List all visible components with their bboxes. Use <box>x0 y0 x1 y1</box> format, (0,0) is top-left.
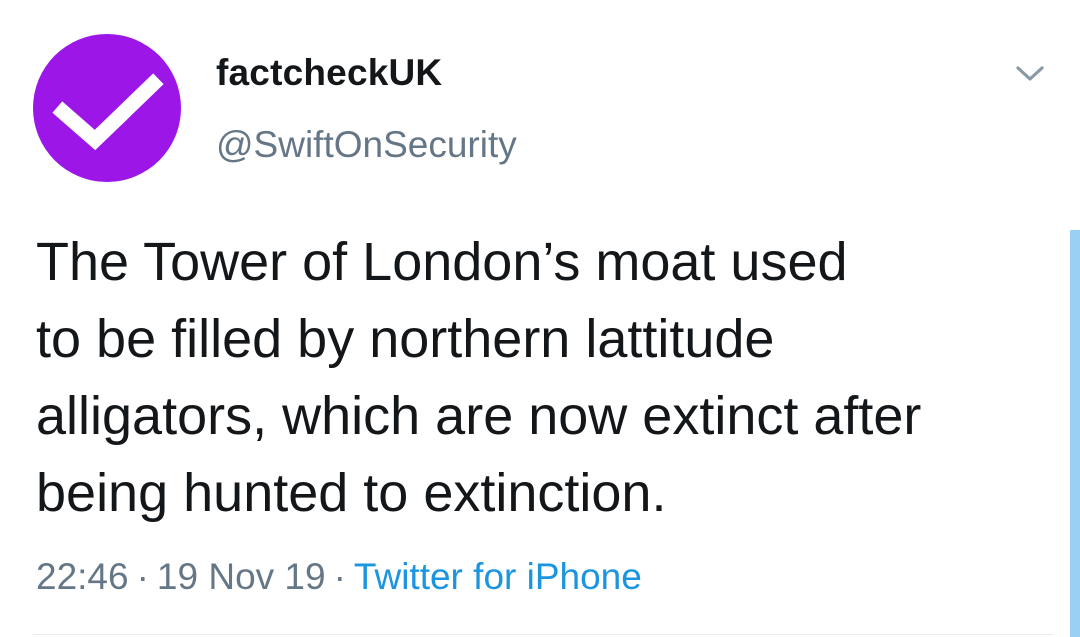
divider <box>33 634 1053 635</box>
chevron-down-icon <box>1016 66 1044 81</box>
tweet-text-line: The Tower of London’s moat used <box>36 232 848 292</box>
tweet-text-line: alligators, which are now extinct after <box>36 386 922 446</box>
tweet-text: The Tower of London’s moat used to be fi… <box>36 224 1056 532</box>
display-name[interactable]: factcheckUK <box>216 52 442 94</box>
separator: · <box>136 556 149 597</box>
avatar[interactable] <box>33 34 181 182</box>
user-handle[interactable]: @SwiftOnSecurity <box>216 124 517 166</box>
scrollbar[interactable] <box>1070 230 1080 637</box>
tweet-card: factcheckUK @SwiftOnSecurity The Tower o… <box>0 0 1080 637</box>
tweet-time: 22:46 <box>36 556 129 597</box>
tweet-text-line: being hunted to extinction. <box>36 463 667 523</box>
separator: · <box>333 556 346 597</box>
tweet-text-line: to be filled by northern lattitude <box>36 309 775 369</box>
tweet-source-link[interactable]: Twitter for iPhone <box>354 556 642 597</box>
tweet-metadata: 22:46 · 19 Nov 19 · Twitter for iPhone <box>36 556 642 598</box>
checkmark-icon <box>52 73 164 151</box>
tweet-date: 19 Nov 19 <box>156 556 326 597</box>
tweet-menu-button[interactable] <box>1008 56 1052 92</box>
